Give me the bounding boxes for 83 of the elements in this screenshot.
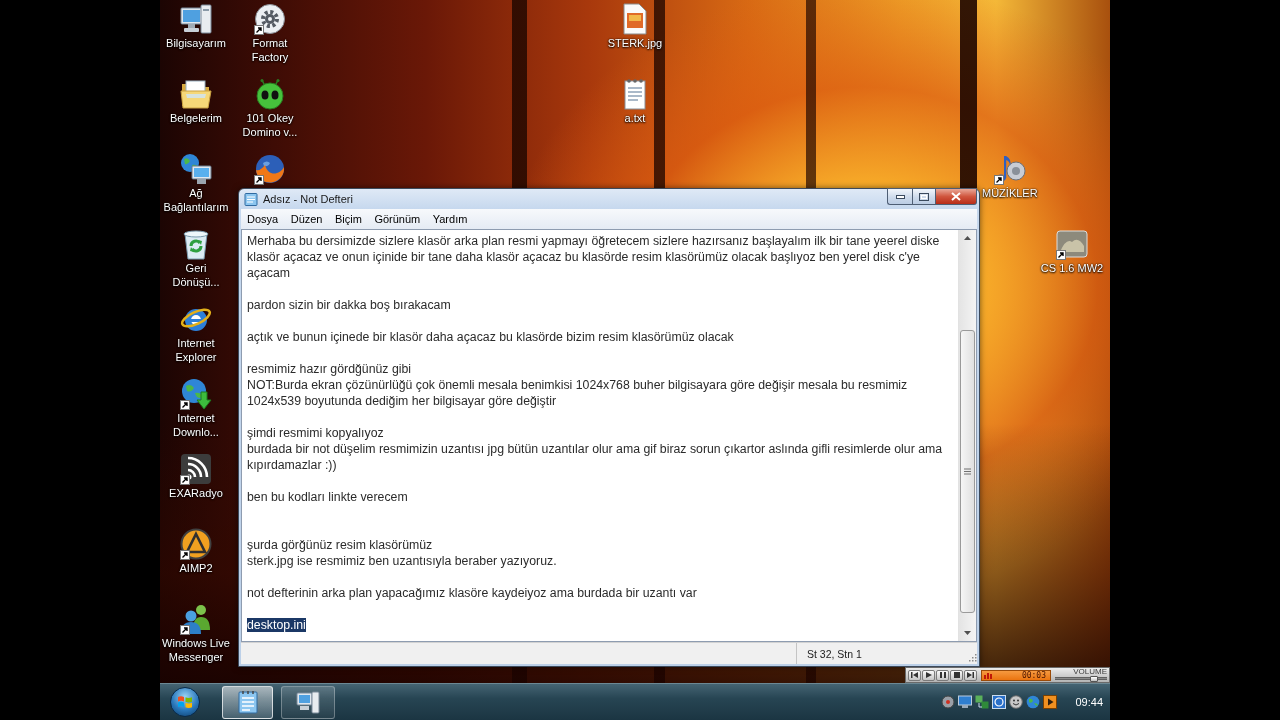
desktop-item[interactable]: Bilgisayarım <box>161 3 231 50</box>
previous-icon <box>911 672 918 678</box>
menu-item[interactable]: Dosya <box>241 213 285 225</box>
photo-thumbnail-icon[interactable] <box>1056 228 1088 260</box>
menu-item[interactable]: Biçim <box>329 213 369 225</box>
maximize-button[interactable] <box>912 188 936 205</box>
text-line: kıpırdamazlar :)) <box>247 458 337 472</box>
computer-icon[interactable] <box>296 690 320 714</box>
desktop-item[interactable]: AIMP2 <box>161 528 231 575</box>
stop-icon <box>953 672 960 678</box>
minimize-button[interactable] <box>887 188 912 205</box>
desktop-item[interactable]: Belgelerim <box>161 78 231 125</box>
text-line: Merhaba bu dersimizde sizlere klasör arka plan resmi yapmayı öğretecem sizlere hazırsanız başlayalım ilk bir tane yeerel diske <box>247 234 940 248</box>
text-line: ben bu kodları linkte verecem <box>247 490 408 504</box>
clock[interactable]: 09:44 <box>1075 696 1103 708</box>
play-icon[interactable] <box>1043 695 1058 709</box>
desktop-item[interactable]: Geri Dönüşü... <box>161 228 231 289</box>
text-line: şurda görğünüz resim klasörümüz <box>247 538 433 552</box>
scrollbar-thumb[interactable] <box>960 330 975 613</box>
signal-waves-icon[interactable] <box>180 453 212 485</box>
creature-icon[interactable] <box>254 78 286 110</box>
window-title: Adsız - Not Defteri <box>263 193 353 205</box>
text-line: açtık ve bunun içinede bir klasör daha açacaz bu klasörde bizim resim klasörümüz olacak <box>247 330 734 344</box>
desktop-item[interactable]: STERK.jpg <box>600 3 670 50</box>
caret-down-icon <box>964 631 971 635</box>
pause-icon <box>939 672 946 678</box>
start-button[interactable] <box>170 687 200 717</box>
player-button[interactable] <box>908 669 921 681</box>
text-line: açacam <box>247 266 291 280</box>
minimize-icon <box>895 194 905 199</box>
text-line: burdada bir not düşelim resmimizin uzantısı jpg bütün uzantılar olur ama gif biraz sorun çıkartor aslında gifli resimlerde olur ama <box>247 442 943 456</box>
notepad-icon[interactable] <box>235 690 260 714</box>
text-line: not defterinin arka plan yapacağımız klasöre kaydeiyoz ama burdada bir uzantı var <box>247 586 697 600</box>
scrollbar[interactable] <box>958 230 976 641</box>
desktop-item[interactable]: Format Factory <box>235 3 305 64</box>
menu-item[interactable]: Düzen <box>284 213 329 225</box>
taskbar-button[interactable] <box>281 685 335 719</box>
taskbar-button[interactable] <box>222 685 273 719</box>
connection-icon[interactable] <box>975 695 990 709</box>
monitor-icon[interactable] <box>958 695 973 709</box>
folder-icon[interactable] <box>180 78 212 110</box>
menu-item[interactable]: Yardım <box>426 213 474 225</box>
maximize-icon <box>919 192 929 201</box>
desktop-item[interactable]: Windows Live Messenger <box>161 603 231 664</box>
text-line: şimdi resmimi kopyalıyoz <box>247 426 384 440</box>
globe-icon[interactable] <box>254 153 286 185</box>
smiley-icon[interactable] <box>1009 695 1024 709</box>
player-button[interactable] <box>950 669 963 681</box>
level-meter-icon <box>984 671 994 679</box>
desktop-item[interactable]: EXARadyo <box>161 453 231 500</box>
text-line: pardon sizin bir dakka boş bırakacam <box>247 298 451 312</box>
volume-label: VOLUME <box>1073 668 1107 676</box>
grip-icon <box>964 468 971 475</box>
text-line: sterk.jpg ise resmimiz ben uzantısıyla beraber yazıyoruz. <box>247 554 557 568</box>
logo-icon <box>177 694 193 710</box>
text-line: klasör açacaz ve onun içinide bir tane daha klasör açacaz bu klasörde resim klasörümüz olacak başlıyoz ben yerel disk c'ye <box>247 250 920 264</box>
network-icon[interactable] <box>180 153 212 185</box>
volume-slider[interactable] <box>1055 676 1107 682</box>
record-icon[interactable] <box>941 695 956 709</box>
player-button[interactable] <box>922 669 935 681</box>
gear-icon[interactable] <box>254 3 286 35</box>
cursor-position: St 32, Stn 1 <box>796 643 965 664</box>
close-button[interactable] <box>936 188 977 205</box>
player-button[interactable] <box>936 669 949 681</box>
player-button[interactable] <box>964 669 977 681</box>
elapsed-time: 00:03 <box>1021 670 1046 680</box>
computer-icon[interactable] <box>180 3 212 35</box>
text-line: resmimiz hazır gördğünüz gibi <box>247 362 412 376</box>
desktop-item[interactable]: a.txt <box>600 78 670 125</box>
ring-square-icon[interactable] <box>992 695 1007 709</box>
desktop-item[interactable]: Ağ Bağlantılarım <box>161 153 231 214</box>
caret-up-icon <box>964 236 971 240</box>
desktop-item[interactable]: Internet Explorer <box>161 303 231 364</box>
text-line: 1024x539 boyutunda dediğim her bilgisayar göre değiştir <box>247 394 556 408</box>
menu-item[interactable]: Görünüm <box>368 213 427 225</box>
notepad-icon <box>244 192 258 206</box>
close-icon <box>951 192 961 201</box>
desktop-item[interactable]: 101 Okey Domino v... <box>235 78 305 139</box>
next-icon <box>967 672 974 678</box>
play-icon <box>925 672 932 678</box>
desktop-item[interactable]: Internet Downlo... <box>161 378 231 439</box>
volume-thumb[interactable] <box>1090 676 1099 682</box>
text-line: NOT:Burda ekran çözünürlüğü çok önemli mesala benimkisi 1024x768 buher bilgisayara göre değişir mesala bu resmimiz <box>247 378 908 392</box>
